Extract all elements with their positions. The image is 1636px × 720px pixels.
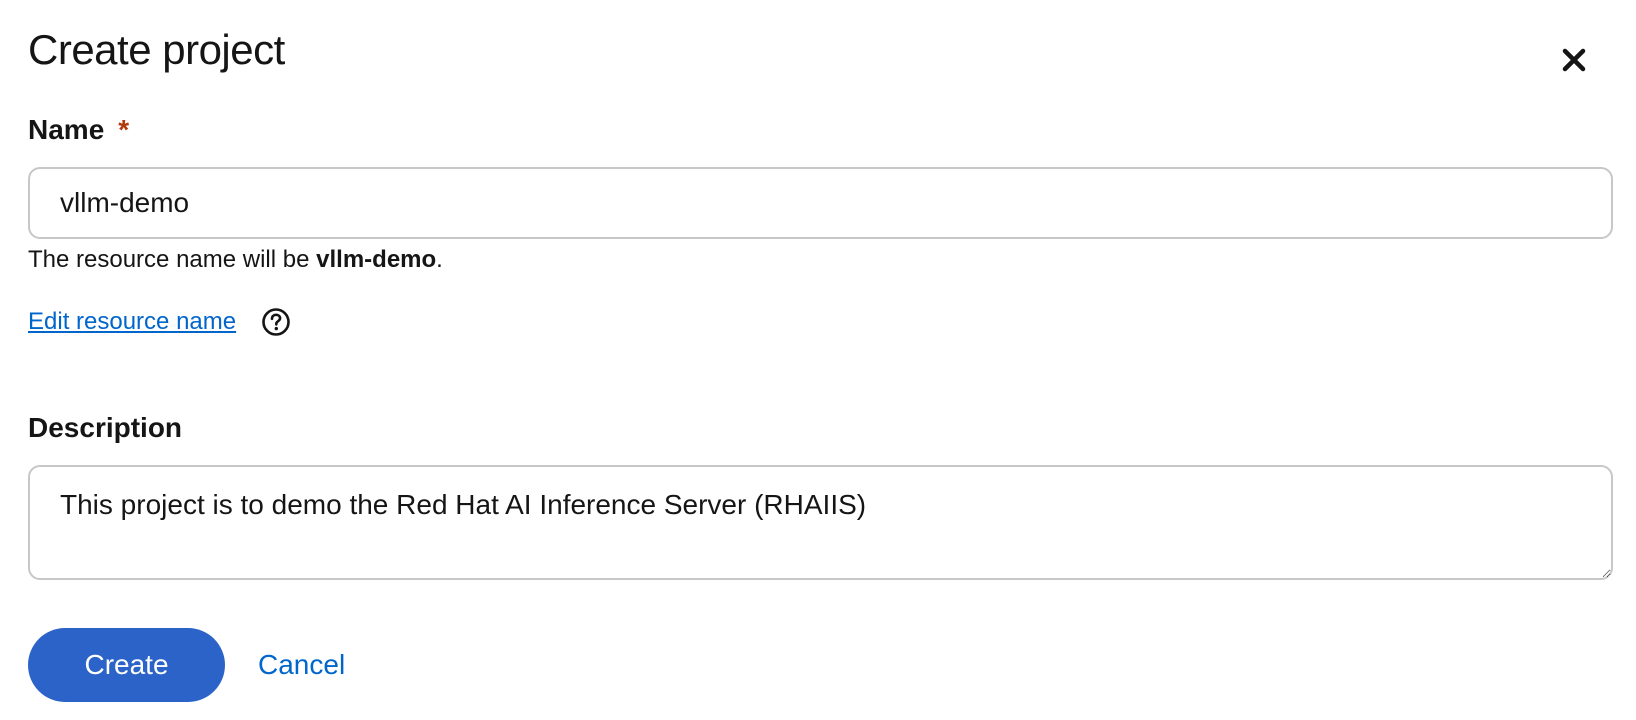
create-project-modal: Create project Name * The resource name w… bbox=[0, 0, 1636, 720]
required-marker: * bbox=[118, 114, 130, 145]
close-icon bbox=[1556, 42, 1592, 78]
name-label: Name * bbox=[28, 112, 129, 148]
helper-resource-name: vllm-demo bbox=[316, 246, 437, 273]
name-input[interactable] bbox=[28, 167, 1613, 239]
close-button[interactable] bbox=[1556, 42, 1592, 78]
name-label-text: Name bbox=[28, 114, 105, 145]
edit-resource-name-link[interactable]: Edit resource name bbox=[28, 306, 236, 338]
resource-name-helper: The resource name will be vllm-demo. bbox=[28, 244, 443, 276]
description-textarea[interactable]: This project is to demo the Red Hat AI I… bbox=[28, 465, 1613, 580]
cancel-button[interactable]: Cancel bbox=[246, 628, 357, 702]
helper-prefix: The resource name will be bbox=[28, 246, 317, 273]
help-circle-icon[interactable] bbox=[261, 307, 291, 337]
create-button[interactable]: Create bbox=[28, 628, 225, 702]
helper-suffix: . bbox=[436, 246, 443, 273]
description-label: Description bbox=[28, 412, 183, 443]
modal-title: Create project bbox=[28, 26, 285, 73]
